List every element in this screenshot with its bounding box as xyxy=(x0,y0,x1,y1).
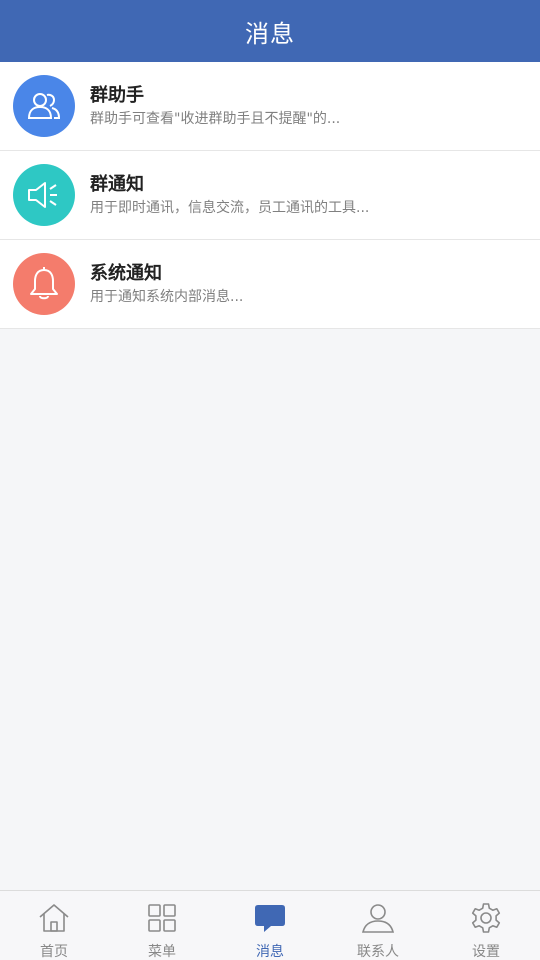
tab-messages[interactable]: 消息 xyxy=(216,891,324,960)
tab-label: 首页 xyxy=(40,944,68,960)
message-preview: 用于通知系统内部消息... xyxy=(90,289,244,305)
message-title: 系统通知 xyxy=(90,263,162,284)
bottom-tab-bar: 首页 菜单 消息 联系人 设置 xyxy=(0,890,540,960)
group-icon xyxy=(13,75,75,137)
tab-label: 消息 xyxy=(256,944,284,960)
message-item-system-notice[interactable]: 系统通知 用于通知系统内部消息... xyxy=(0,240,540,329)
message-list: 群助手 群助手可查看"收进群助手且不提醒"的... 群通知 用于即时通讯，信息交… xyxy=(0,62,540,329)
person-icon xyxy=(361,901,395,935)
tab-label: 联系人 xyxy=(357,944,399,960)
message-preview: 群助手可查看"收进群助手且不提醒"的... xyxy=(90,111,341,127)
chat-icon xyxy=(253,901,287,935)
message-item-group-notice[interactable]: 群通知 用于即时通讯，信息交流，员工通讯的工具... xyxy=(0,151,540,240)
tab-label: 菜单 xyxy=(148,944,176,960)
home-icon xyxy=(37,901,71,935)
tab-label: 设置 xyxy=(472,944,500,960)
message-preview: 用于即时通讯，信息交流，员工通讯的工具... xyxy=(90,200,370,216)
bell-icon xyxy=(13,253,75,315)
grid-icon xyxy=(145,901,179,935)
tab-settings[interactable]: 设置 xyxy=(432,891,540,960)
speaker-icon xyxy=(13,164,75,226)
tab-menu[interactable]: 菜单 xyxy=(108,891,216,960)
page-title: 消息 xyxy=(245,19,295,48)
tab-home[interactable]: 首页 xyxy=(0,891,108,960)
gear-icon xyxy=(469,901,503,935)
header-bar: 消息 xyxy=(0,0,540,62)
message-title: 群通知 xyxy=(90,174,144,195)
tab-contacts[interactable]: 联系人 xyxy=(324,891,432,960)
message-item-group-assistant[interactable]: 群助手 群助手可查看"收进群助手且不提醒"的... xyxy=(0,62,540,151)
message-title: 群助手 xyxy=(90,85,144,106)
